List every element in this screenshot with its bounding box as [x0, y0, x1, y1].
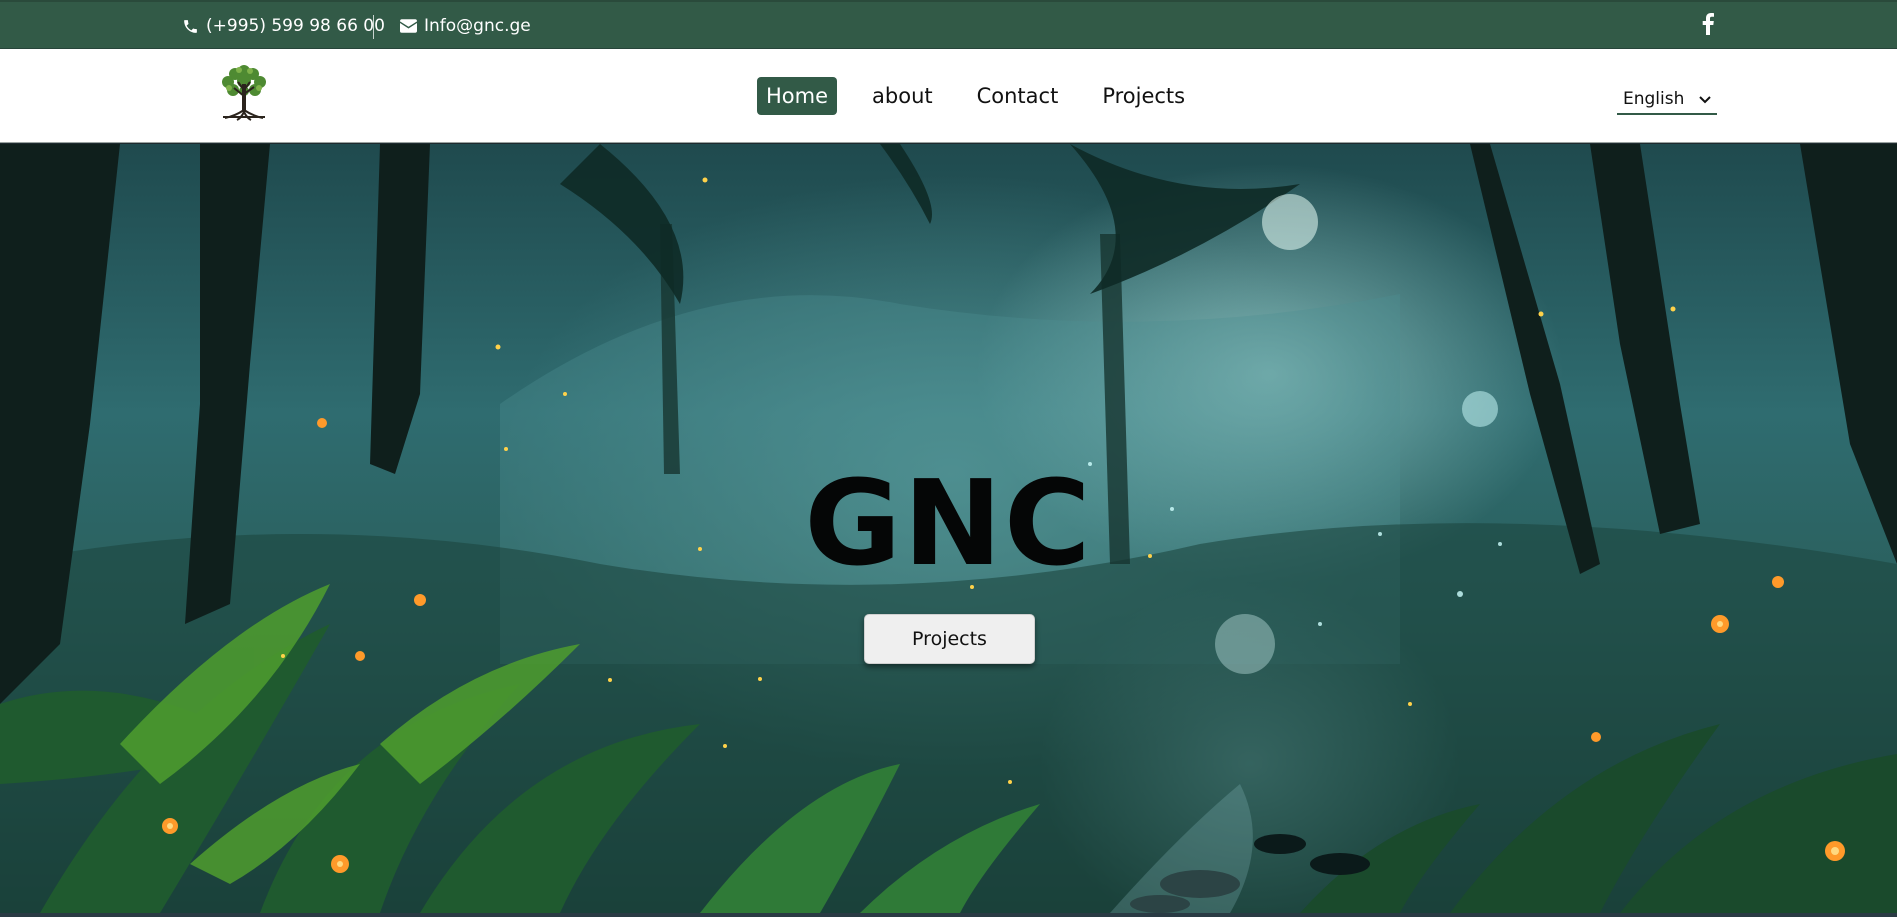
- site-header: Home about Contact Projects English: [0, 49, 1897, 143]
- envelope-icon: [400, 19, 417, 33]
- facebook-icon[interactable]: [1700, 13, 1716, 37]
- nav-about[interactable]: about: [863, 77, 942, 115]
- main-nav: Home about Contact Projects: [757, 77, 1220, 115]
- page-bottom-edge: [0, 913, 1897, 917]
- email-contact[interactable]: Info@gnc.ge: [400, 16, 531, 36]
- phone-contact[interactable]: (+995) 599 98 66 00: [182, 16, 385, 36]
- nav-home[interactable]: Home: [757, 77, 838, 115]
- hero-title: GNC: [804, 454, 1093, 592]
- top-contact-bar: (+995) 599 98 66 00 Info@gnc.ge: [0, 0, 1897, 49]
- hero-section: GNC Projects: [0, 144, 1897, 913]
- nav-contact[interactable]: Contact: [968, 77, 1068, 115]
- tree-logo-icon[interactable]: [215, 62, 273, 122]
- phone-number: (+995) 599 98 66 00: [206, 16, 385, 36]
- language-selected: English: [1623, 89, 1685, 109]
- hero-projects-button[interactable]: Projects: [864, 614, 1035, 664]
- nav-projects[interactable]: Projects: [1093, 77, 1194, 115]
- contact-divider: [373, 15, 374, 39]
- email-address: Info@gnc.ge: [424, 16, 531, 36]
- language-select[interactable]: English: [1617, 85, 1717, 115]
- phone-icon: [182, 18, 199, 35]
- chevron-down-icon: [1699, 89, 1711, 109]
